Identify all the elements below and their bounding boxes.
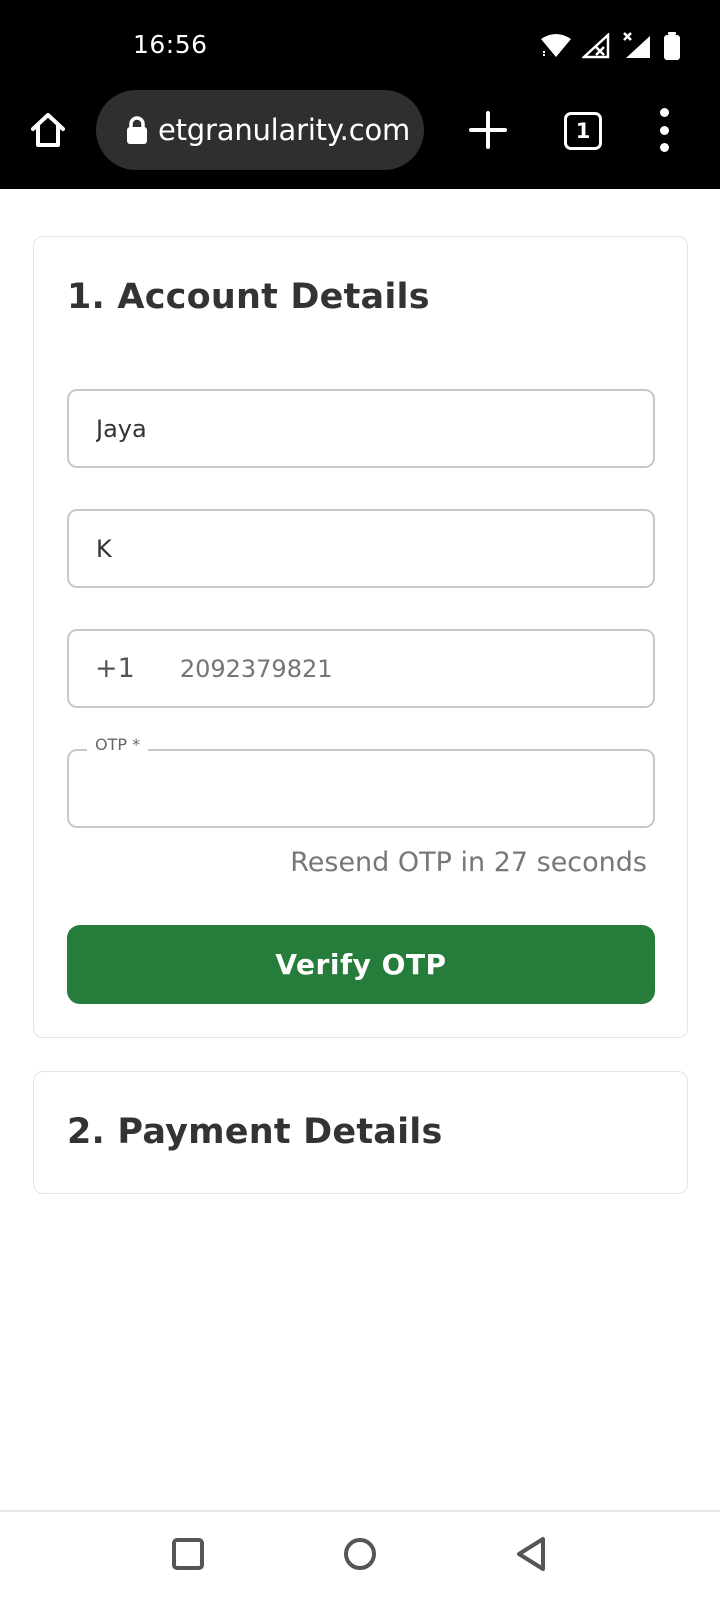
battery-icon bbox=[664, 32, 680, 60]
more-menu-button[interactable] bbox=[650, 108, 678, 152]
phone-input[interactable] bbox=[152, 631, 653, 706]
wifi-icon bbox=[541, 34, 571, 57]
last-name-input[interactable] bbox=[69, 511, 653, 586]
last-name-field[interactable] bbox=[67, 509, 655, 588]
url-text: etgranularity.com bbox=[158, 113, 411, 147]
recents-square-icon bbox=[172, 1538, 204, 1570]
system-nav-bar bbox=[0, 1512, 720, 1600]
account-details-card: 1. Account Details +1 OTP * Resend OTP i… bbox=[33, 236, 688, 1038]
url-bar[interactable]: etgranularity.com bbox=[96, 90, 424, 170]
browser-toolbar: etgranularity.com 1 bbox=[0, 90, 720, 189]
status-icons bbox=[540, 32, 680, 60]
home-icon bbox=[31, 113, 65, 147]
first-name-field[interactable] bbox=[67, 389, 655, 468]
home-button[interactable] bbox=[26, 108, 70, 152]
lock-icon bbox=[127, 116, 147, 144]
more-vert-icon bbox=[659, 108, 669, 117]
status-time: 16:56 bbox=[133, 30, 208, 59]
tab-switcher-button[interactable]: 1 bbox=[564, 112, 602, 150]
otp-field[interactable]: OTP * bbox=[67, 735, 655, 828]
resend-otp-countdown: Resend OTP in 27 seconds bbox=[290, 847, 647, 878]
recents-button[interactable] bbox=[168, 1534, 208, 1574]
signal-no-service-icon bbox=[582, 33, 610, 59]
tab-count: 1 bbox=[575, 119, 591, 143]
payment-details-card[interactable]: 2. Payment Details bbox=[33, 1071, 688, 1194]
otp-label: OTP * bbox=[87, 735, 149, 754]
status-bar: 16:56 bbox=[0, 0, 720, 90]
home-circle-icon bbox=[344, 1538, 376, 1570]
verify-otp-button[interactable]: Verify OTP bbox=[67, 925, 655, 1004]
back-button[interactable] bbox=[512, 1534, 552, 1574]
plus-icon bbox=[469, 111, 507, 149]
payment-details-title: 2. Payment Details bbox=[67, 1112, 443, 1152]
first-name-input[interactable] bbox=[69, 391, 653, 466]
system-home-button[interactable] bbox=[340, 1534, 380, 1574]
back-triangle-icon bbox=[517, 1537, 545, 1571]
account-details-title: 1. Account Details bbox=[67, 277, 430, 317]
signal-x-icon bbox=[623, 32, 650, 58]
phone-field[interactable]: +1 bbox=[67, 629, 655, 708]
new-tab-button[interactable] bbox=[468, 110, 508, 150]
otp-input[interactable] bbox=[69, 751, 653, 826]
phone-country-code[interactable]: +1 bbox=[95, 653, 135, 684]
